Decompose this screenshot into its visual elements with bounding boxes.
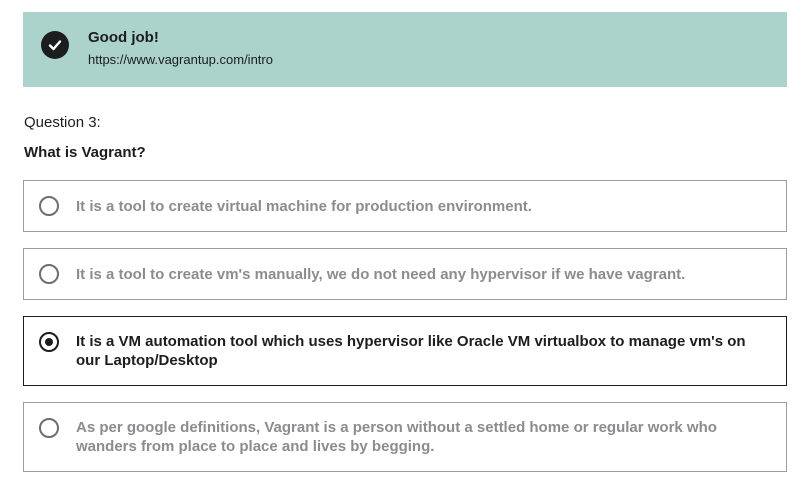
option-label: It is a tool to create vm's manually, we… [76,266,686,283]
option-label: As per google definitions, Vagrant is a … [76,419,717,455]
radio-button-selected[interactable] [39,332,59,352]
check-circle-icon [41,31,69,59]
question-number: Question 3: [24,114,101,131]
option-label: It is a tool to create virtual machine f… [76,198,532,215]
radio-button[interactable] [39,264,59,284]
radio-button[interactable] [39,418,59,438]
answer-option-1[interactable]: It is a tool to create virtual machine f… [23,180,787,232]
feedback-text: Good job! https://www.vagrantup.com/intr… [88,29,273,68]
feedback-link[interactable]: https://www.vagrantup.com/intro [88,52,273,68]
feedback-banner: Good job! https://www.vagrantup.com/intr… [23,12,787,87]
option-label: It is a VM automation tool which uses hy… [76,333,746,369]
question-text: What is Vagrant? [24,144,146,161]
radio-selected-dot [45,338,53,346]
feedback-title: Good job! [88,29,159,46]
answer-option-3[interactable]: It is a VM automation tool which uses hy… [23,316,787,386]
answer-option-2[interactable]: It is a tool to create vm's manually, we… [23,248,787,300]
radio-button[interactable] [39,196,59,216]
answer-option-4[interactable]: As per google definitions, Vagrant is a … [23,402,787,472]
